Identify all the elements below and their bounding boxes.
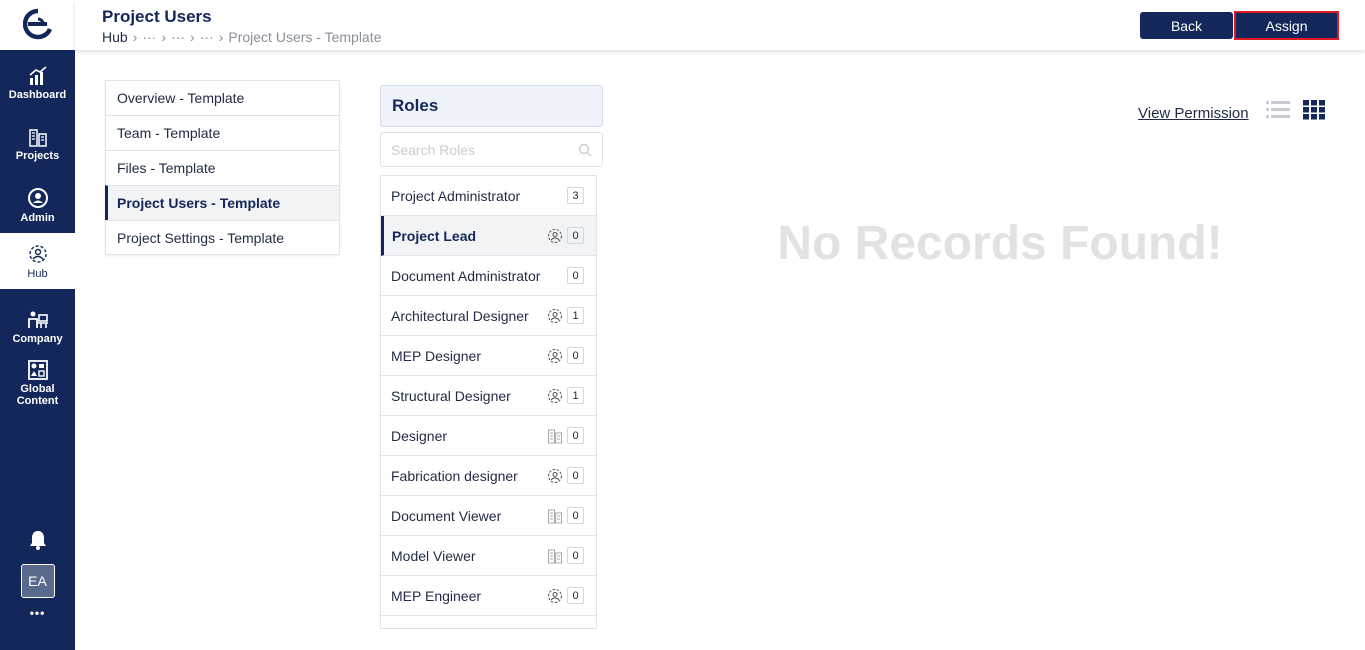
role-item[interactable]: Architectural Designer 1 bbox=[381, 296, 596, 336]
role-name: Architectural Designer bbox=[391, 307, 529, 324]
role-user-count: 0 bbox=[567, 587, 584, 604]
role-user-count: 0 bbox=[567, 507, 584, 524]
breadcrumb-current: Project Users - Template bbox=[228, 29, 382, 45]
role-user-count: 0 bbox=[567, 347, 584, 364]
role-name: Structural Designer bbox=[391, 387, 511, 404]
dashboard-icon bbox=[28, 65, 47, 85]
role-name: Document Viewer bbox=[391, 507, 502, 524]
buildings-icon bbox=[28, 128, 47, 147]
hub-icon bbox=[547, 308, 563, 324]
more-menu-button[interactable]: ••• bbox=[0, 606, 75, 620]
global-content-icon bbox=[27, 359, 48, 380]
hub-icon bbox=[547, 228, 563, 244]
hub-icon bbox=[547, 588, 563, 604]
nav-projects[interactable]: Projects bbox=[0, 116, 75, 172]
role-item[interactable]: MEP Designer 0 bbox=[381, 336, 596, 376]
breadcrumb-hub[interactable]: Hub bbox=[102, 29, 128, 45]
role-user-count: 3 bbox=[567, 187, 584, 204]
role-item[interactable]: Document Viewer 0 bbox=[381, 496, 596, 536]
company-icon bbox=[27, 311, 48, 328]
role-name: Project Lead bbox=[392, 227, 477, 244]
role-user-count: 0 bbox=[567, 267, 584, 284]
nav-company-label: Company bbox=[12, 332, 63, 345]
nav-projects-label: Projects bbox=[15, 149, 60, 162]
menu-item-project-settings[interactable]: Project Settings - Template bbox=[105, 220, 340, 255]
app-logo[interactable] bbox=[0, 0, 75, 50]
nav-admin[interactable]: Admin bbox=[0, 177, 75, 233]
role-item[interactable]: Fabrication designer 0 bbox=[381, 456, 596, 496]
role-user-count: 0 bbox=[567, 227, 584, 244]
role-user-count: 0 bbox=[567, 467, 584, 484]
template-menu: Overview - Template Team - Template File… bbox=[105, 80, 340, 255]
roles-header: Roles bbox=[380, 85, 603, 127]
building-icon bbox=[547, 548, 563, 564]
admin-icon bbox=[27, 187, 48, 208]
nav-global-content[interactable]: Global Content bbox=[0, 353, 75, 413]
grid-view-icon[interactable] bbox=[1303, 100, 1326, 120]
breadcrumb-ellipsis[interactable]: ··· bbox=[171, 29, 185, 45]
nav-company[interactable]: Company bbox=[0, 299, 75, 355]
hub-icon bbox=[28, 244, 47, 263]
role-name: Document Administrator bbox=[391, 267, 541, 284]
menu-item-files[interactable]: Files - Template bbox=[105, 150, 340, 185]
role-item[interactable]: Structural Designer 1 bbox=[381, 376, 596, 416]
role-item[interactable]: Document Administrator 0 bbox=[381, 256, 596, 296]
hub-icon bbox=[547, 388, 563, 404]
notifications-button[interactable] bbox=[0, 530, 75, 550]
menu-item-team[interactable]: Team - Template bbox=[105, 115, 340, 150]
role-name: Fabrication designer bbox=[391, 467, 518, 484]
assign-button[interactable]: Assign bbox=[1234, 11, 1339, 40]
roles-list: Project Administrator 3 Project Lead 0 Docum… bbox=[380, 175, 597, 629]
avatar[interactable]: EA bbox=[20, 564, 55, 598]
nav-admin-label: Admin bbox=[20, 211, 55, 224]
role-user-count: 0 bbox=[567, 427, 584, 444]
roles-search bbox=[380, 132, 603, 167]
nav-hub-label: Hub bbox=[27, 267, 48, 280]
sidebar: Dashboard Projects Admin Hub Company Glo… bbox=[0, 0, 75, 650]
breadcrumb-ellipsis[interactable]: ··· bbox=[200, 29, 214, 45]
role-name: Designer bbox=[391, 427, 448, 444]
bell-icon bbox=[29, 531, 46, 550]
nav-hub[interactable]: Hub bbox=[0, 233, 75, 289]
page-title: Project Users bbox=[102, 7, 212, 26]
role-name: MEP Designer bbox=[391, 347, 482, 364]
role-name: Project Administrator bbox=[391, 187, 521, 204]
role-name: Model Viewer bbox=[391, 547, 476, 564]
role-user-count: 1 bbox=[567, 307, 584, 324]
role-item[interactable]: Designer 0 bbox=[381, 416, 596, 456]
breadcrumb-separator: › bbox=[218, 29, 224, 45]
view-permission-link[interactable]: View Permission bbox=[1138, 105, 1249, 122]
avatar-wrap: EA bbox=[0, 564, 75, 598]
role-item[interactable]: MEP Engineer 0 bbox=[381, 576, 596, 616]
role-name: MEP Engineer bbox=[391, 587, 482, 604]
building-icon bbox=[547, 428, 563, 444]
header: Project Users Hub › ··· › ··· › ··· › Pr… bbox=[75, 0, 1365, 50]
role-item[interactable]: Model Viewer 0 bbox=[381, 536, 596, 576]
hub-icon bbox=[547, 348, 563, 364]
empty-state-message: No Records Found! bbox=[777, 217, 1223, 270]
nav-dashboard[interactable]: Dashboard bbox=[0, 55, 75, 111]
role-user-count: 1 bbox=[567, 387, 584, 404]
menu-item-overview[interactable]: Overview - Template bbox=[105, 80, 340, 115]
building-icon bbox=[547, 508, 563, 524]
back-button[interactable]: Back bbox=[1140, 12, 1233, 39]
breadcrumb-separator: › bbox=[132, 29, 138, 45]
search-input[interactable] bbox=[391, 141, 571, 158]
breadcrumb-separator: › bbox=[161, 29, 167, 45]
role-user-count: 0 bbox=[567, 547, 584, 564]
role-item[interactable]: Project Administrator 3 bbox=[381, 176, 596, 216]
list-view-icon[interactable] bbox=[1266, 100, 1290, 120]
nav-global-content-label: Global Content bbox=[16, 382, 59, 407]
breadcrumb-separator: › bbox=[190, 29, 195, 45]
search-icon[interactable] bbox=[578, 143, 592, 157]
breadcrumb: Hub › ··· › ··· › ··· › Project Users - … bbox=[102, 29, 381, 45]
menu-item-project-users[interactable]: Project Users - Template bbox=[105, 185, 340, 220]
nav-dashboard-label: Dashboard bbox=[8, 88, 67, 101]
hub-icon bbox=[547, 468, 563, 484]
breadcrumb-ellipsis[interactable]: ··· bbox=[142, 29, 156, 45]
role-item[interactable]: Project Lead 0 bbox=[381, 216, 596, 256]
